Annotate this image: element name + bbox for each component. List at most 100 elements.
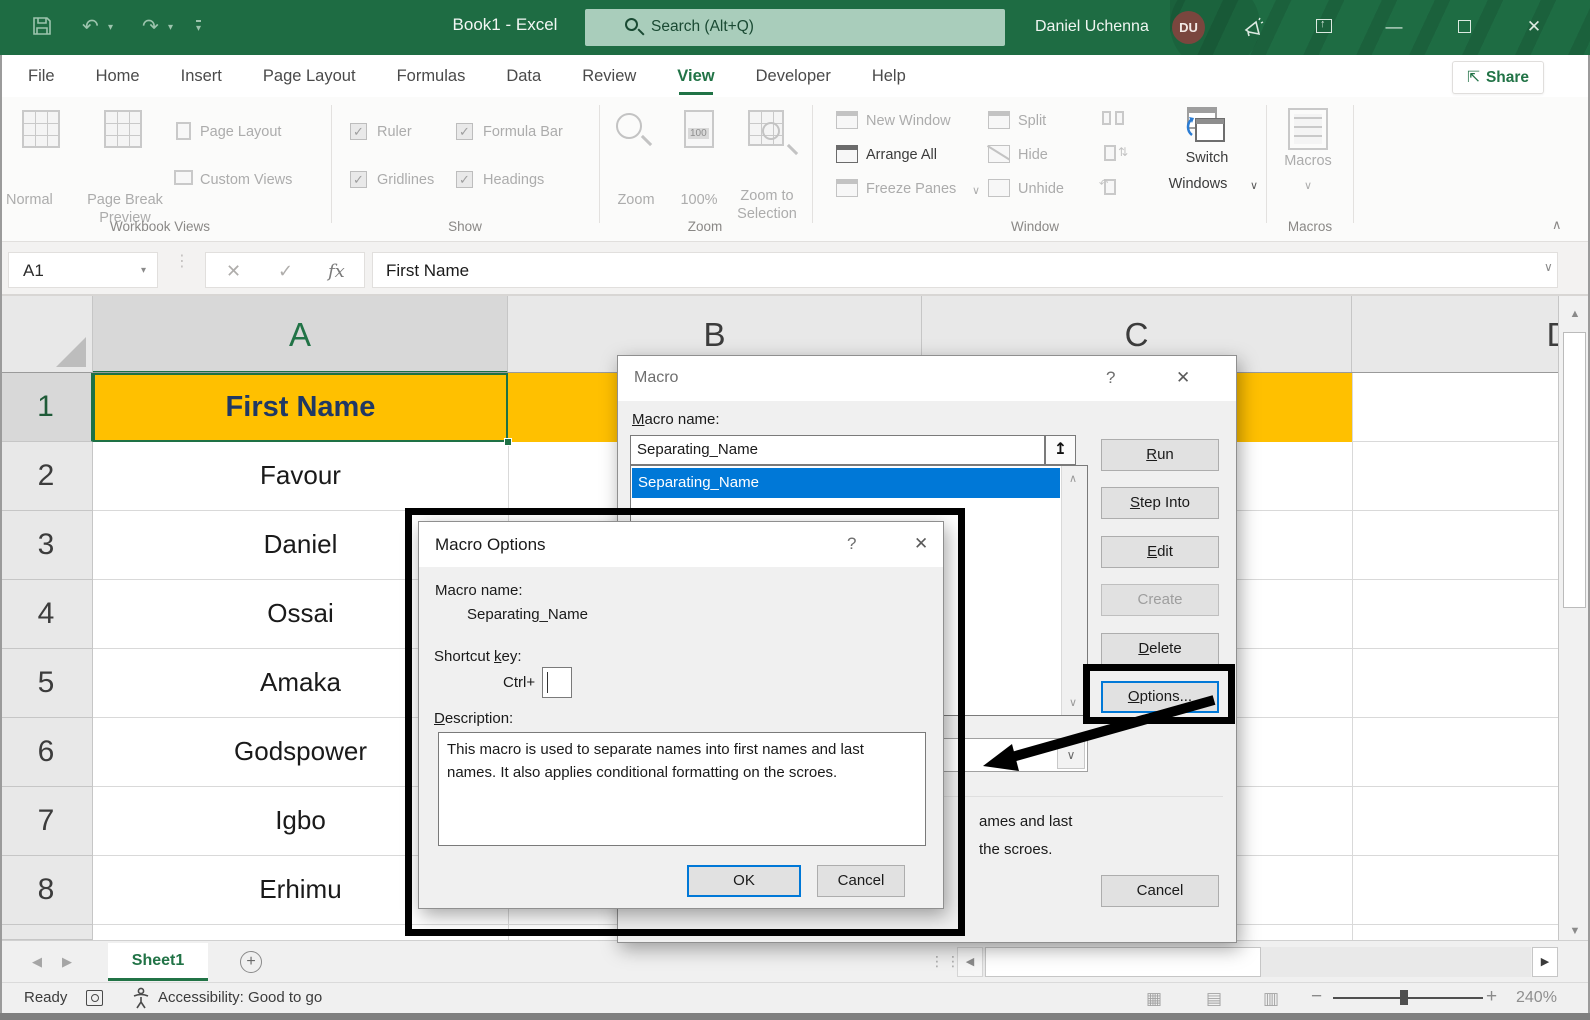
new-sheet-button[interactable]: +	[240, 951, 262, 973]
vertical-scroll-thumb[interactable]	[1563, 332, 1586, 608]
minimize-button[interactable]: —	[1372, 0, 1416, 55]
macro-dialog-titlebar[interactable]: Macro ? ✕	[618, 356, 1236, 401]
edit-button[interactable]: Edit	[1101, 536, 1219, 568]
arrange-all-icon[interactable]	[836, 145, 858, 163]
zoom-100-icon[interactable]: 100	[684, 110, 714, 148]
row-header-9-partial[interactable]	[0, 925, 93, 940]
headings-label[interactable]: Headings	[483, 172, 544, 188]
zoom-to-selection-icon[interactable]	[748, 110, 784, 146]
tab-formulas[interactable]: Formulas	[397, 67, 466, 86]
row-header-2[interactable]: 2	[0, 442, 93, 511]
tab-insert[interactable]: Insert	[181, 67, 222, 86]
view-side-by-side-icon[interactable]	[1102, 111, 1111, 125]
list-scroll-up-icon[interactable]: ∧	[1069, 472, 1077, 485]
close-button[interactable]: ✕	[1512, 0, 1556, 55]
ruler-label[interactable]: Ruler	[377, 124, 412, 140]
switch-windows-label2[interactable]: Windows	[1150, 176, 1246, 192]
search-input[interactable]: Search (Alt+Q)	[585, 9, 1005, 46]
column-header-a[interactable]: A	[93, 296, 508, 373]
scroll-up-icon[interactable]: ▲	[1562, 300, 1588, 328]
macro-name-input[interactable]: Separating_Name	[630, 435, 1045, 465]
gridlines-checkbox[interactable]: ✓	[350, 171, 367, 188]
ruler-checkbox[interactable]: ✓	[350, 123, 367, 140]
tab-view[interactable]: View	[677, 67, 714, 86]
view-side-by-side-icon[interactable]	[1115, 111, 1124, 125]
shortcut-key-input[interactable]	[542, 667, 572, 698]
insert-function-icon[interactable]: fx	[328, 261, 345, 282]
view-page-layout-icon[interactable]: ▤	[1206, 989, 1222, 1009]
step-into-button[interactable]: Step Into	[1101, 487, 1219, 519]
formula-bar-checkbox[interactable]: ✓	[456, 123, 473, 140]
row-header-5[interactable]: 5	[0, 649, 93, 718]
unhide-label[interactable]: Unhide	[1018, 181, 1064, 197]
row-header-1[interactable]: 1	[0, 373, 93, 442]
description-textarea[interactable]: This macro is used to separate names int…	[438, 732, 926, 846]
cell-a2[interactable]: Favour	[93, 442, 508, 511]
undo-icon[interactable]: ↶	[82, 16, 99, 38]
split-icon[interactable]	[988, 111, 1010, 129]
tab-review[interactable]: Review	[582, 67, 636, 86]
sheet-tab-sheet1[interactable]: Sheet1	[108, 943, 208, 981]
cancel-entry-icon[interactable]: ✕	[226, 261, 241, 282]
macro-options-titlebar[interactable]: Macro Options ? ✕	[419, 522, 943, 567]
row-header-8[interactable]: 8	[0, 856, 93, 925]
zoom-slider-track[interactable]	[1333, 997, 1483, 999]
arrange-all-label[interactable]: Arrange All	[866, 147, 937, 163]
gridlines-label[interactable]: Gridlines	[377, 172, 434, 188]
redo-caret-icon[interactable]: ▾	[168, 22, 173, 33]
delete-button[interactable]: Delete	[1101, 633, 1219, 665]
view-normal-icon[interactable]: ▦	[1146, 989, 1162, 1009]
coming-soon-megaphone-icon[interactable]	[1232, 0, 1276, 55]
undo-caret-icon[interactable]: ▾	[108, 22, 113, 33]
hide-icon[interactable]	[988, 145, 1010, 163]
name-box[interactable]: A1 ▾	[8, 252, 158, 288]
custom-views-label[interactable]: Custom Views	[200, 172, 292, 188]
formula-bar-handle-icon[interactable]: ⋮	[174, 258, 190, 266]
page-layout-view-icon[interactable]	[176, 122, 191, 140]
hscroll-right-icon[interactable]: ▶	[1532, 947, 1558, 977]
maximize-button[interactable]	[1442, 0, 1486, 55]
row-header-6[interactable]: 6	[0, 718, 93, 787]
expand-formula-bar-icon[interactable]: ∨	[1544, 260, 1553, 274]
confirm-entry-icon[interactable]: ✓	[278, 261, 293, 282]
row-header-7[interactable]: 7	[0, 787, 93, 856]
zoom-100-label[interactable]: 100%	[668, 192, 730, 208]
save-icon[interactable]	[32, 16, 52, 41]
new-window-icon[interactable]	[836, 111, 858, 129]
customize-quick-access-icon[interactable]: ▾	[196, 20, 201, 34]
page-break-preview-icon[interactable]	[104, 110, 142, 148]
zoom-icon[interactable]	[616, 113, 642, 139]
prev-sheet-icon[interactable]: ◀	[32, 954, 42, 970]
row-header-4[interactable]: 4	[0, 580, 93, 649]
unhide-icon[interactable]	[988, 179, 1010, 197]
page-break-preview-label[interactable]: Page Break	[64, 192, 186, 208]
record-macro-icon[interactable]	[86, 990, 103, 1006]
normal-view-icon[interactable]	[22, 110, 60, 148]
macros-icon[interactable]	[1288, 108, 1328, 150]
ribbon-display-options-icon[interactable]	[1302, 0, 1346, 55]
switch-windows-chevron-icon[interactable]: ∨	[1250, 179, 1258, 192]
zoom-out-icon[interactable]: −	[1311, 986, 1322, 1008]
help-icon[interactable]: ?	[847, 534, 856, 554]
page-layout-view-label[interactable]: Page Layout	[200, 124, 281, 140]
close-icon[interactable]: ✕	[914, 534, 928, 554]
name-box-caret-icon[interactable]: ▾	[141, 265, 146, 276]
zoom-level[interactable]: 240%	[1516, 989, 1557, 1007]
freeze-panes-label[interactable]: Freeze Panes	[866, 181, 956, 197]
macro-name-up-icon[interactable]: ↥	[1045, 435, 1076, 465]
tab-page-layout[interactable]: Page Layout	[263, 67, 356, 86]
share-button[interactable]: ⇱Share	[1452, 61, 1544, 94]
view-page-break-icon[interactable]: ▥	[1263, 989, 1279, 1009]
new-window-label[interactable]: New Window	[866, 113, 951, 129]
tab-developer[interactable]: Developer	[756, 67, 831, 86]
hscroll-left-icon[interactable]: ◀	[957, 947, 983, 977]
column-header-d[interactable]: D	[1352, 296, 1558, 373]
select-all-corner[interactable]	[0, 296, 93, 373]
tab-help[interactable]: Help	[872, 67, 906, 86]
macro-list-item-selected[interactable]: Separating_Name	[632, 468, 1060, 498]
macro-cancel-button[interactable]: Cancel	[1101, 875, 1219, 907]
macros-in-dropdown-icon[interactable]: ∨	[1057, 741, 1085, 769]
reset-window-position-icon[interactable]: ↶	[1104, 179, 1116, 195]
collapse-ribbon-icon[interactable]: ∧	[1552, 217, 1562, 233]
macros-label[interactable]: Macros	[1272, 153, 1344, 169]
